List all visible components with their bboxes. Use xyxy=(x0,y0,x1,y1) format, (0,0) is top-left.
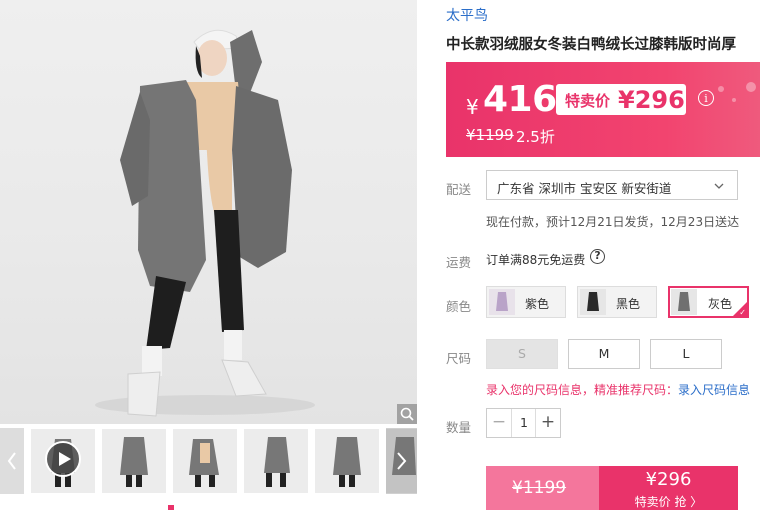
active-thumb-indicator xyxy=(168,505,174,510)
size-recommendation: 录入您的尺码信息，精准推荐尺码：录入尺码信息 xyxy=(486,381,750,398)
size-option-m[interactable]: M xyxy=(568,339,640,369)
promo-price-tag: 特卖价 ¥296 xyxy=(556,84,686,115)
chevron-down-icon xyxy=(714,183,724,189)
size-info-link[interactable]: 录入尺码信息 xyxy=(678,383,750,397)
product-title: 中长款羽绒服女冬装白鸭绒长过膝韩版时尚厚 xyxy=(446,37,736,53)
size-note-text: 录入您的尺码信息，精准推荐尺码： xyxy=(486,383,679,397)
color-option-gray[interactable]: 灰色 ✓ xyxy=(668,286,749,318)
brand-link[interactable]: 太平鸟 xyxy=(446,5,488,25)
color-label: 颜色 xyxy=(446,299,472,314)
buy-promo-price: ¥296 xyxy=(645,469,692,490)
thumb-next-button[interactable] xyxy=(386,428,417,494)
quantity-label: 数量 xyxy=(446,420,472,435)
price-currency: ¥ xyxy=(466,95,479,119)
thumb-image-4[interactable] xyxy=(244,429,308,493)
play-icon[interactable] xyxy=(45,441,81,477)
chevron-left-icon xyxy=(7,452,16,470)
promo-label: 特卖价 xyxy=(565,92,611,110)
buy-promo-button[interactable]: ¥296 特卖价 抢 〉 xyxy=(599,466,738,510)
check-icon: ✓ xyxy=(739,308,746,317)
discount-label: 2.5折 xyxy=(516,128,555,146)
buy-promo-label: 特卖价 抢 〉 xyxy=(634,495,703,509)
size-label: 尺码 xyxy=(446,351,472,366)
help-icon[interactable]: ? xyxy=(590,249,605,264)
main-product-image[interactable] xyxy=(0,0,417,424)
info-icon[interactable]: i xyxy=(698,90,714,106)
quantity-minus-button[interactable]: − xyxy=(487,409,512,437)
thumb-image-2[interactable] xyxy=(102,429,166,493)
thumb-image-5[interactable] xyxy=(315,429,379,493)
size-option-s[interactable]: S xyxy=(486,339,558,369)
color-option-purple[interactable]: 紫色 xyxy=(486,286,566,318)
chevron-right-icon xyxy=(397,452,407,470)
quantity-value[interactable]: 1 xyxy=(512,415,536,430)
address-select[interactable]: 广东省 深圳市 宝安区 新安街道 xyxy=(486,170,738,200)
freight-text: 订单满88元免运费 xyxy=(486,253,586,267)
shipping-estimate: 现在付款，预计12月21日发货，12月23日送达 xyxy=(486,215,740,229)
delivery-label: 配送 xyxy=(446,182,472,197)
price-panel: ¥ 416 特卖价 ¥296 i ¥1199 2.5折 xyxy=(446,62,760,157)
magnifier-icon xyxy=(400,407,414,421)
promo-price: ¥296 xyxy=(618,86,685,114)
color-option-label: 黑色 xyxy=(616,297,641,311)
thumb-video[interactable] xyxy=(31,429,95,493)
original-price: ¥1199 xyxy=(466,126,514,144)
color-swatch-black xyxy=(580,289,606,315)
model-photo xyxy=(95,29,315,417)
zoom-button[interactable] xyxy=(397,404,417,424)
buy-original-price-button[interactable]: ¥1199 xyxy=(486,466,599,510)
current-price: 416 xyxy=(483,79,557,120)
color-option-label: 紫色 xyxy=(525,297,550,311)
buy-original-price: ¥1199 xyxy=(512,478,567,498)
address-value: 广东省 深圳市 宝安区 新安街道 xyxy=(497,181,672,196)
quantity-plus-button[interactable]: + xyxy=(535,409,560,437)
color-swatch-purple xyxy=(489,289,515,315)
freight-label: 运费 xyxy=(446,255,472,270)
color-option-black[interactable]: 黑色 xyxy=(577,286,657,318)
thumb-image-3[interactable] xyxy=(173,429,237,493)
thumb-prev-button[interactable] xyxy=(0,428,24,494)
size-option-l[interactable]: L xyxy=(650,339,722,369)
color-option-label: 灰色 xyxy=(708,297,733,311)
color-swatch-gray xyxy=(671,289,697,315)
quantity-stepper[interactable]: − 1 + xyxy=(486,408,561,438)
